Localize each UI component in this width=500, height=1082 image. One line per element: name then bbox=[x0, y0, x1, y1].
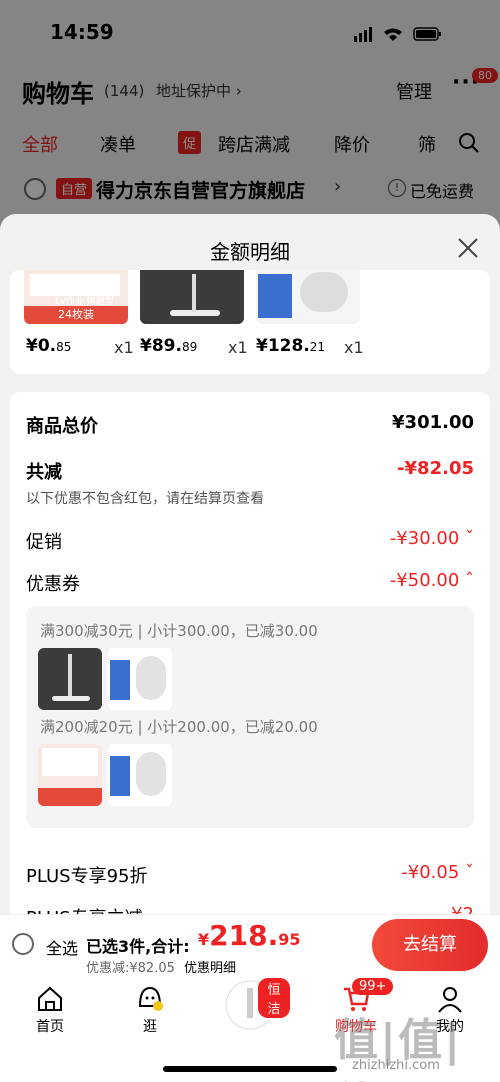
total-value: ¥301.00 bbox=[392, 412, 474, 433]
coupon-thumb-stickers bbox=[38, 744, 102, 806]
product-thumb-stickers[interactable]: 1V作业 赠题型 24枚装 bbox=[24, 270, 128, 324]
select-all-radio[interactable] bbox=[12, 933, 34, 955]
thumb-pack-label: 24枚装 bbox=[24, 306, 128, 324]
item-price: ¥89.89 bbox=[140, 336, 198, 356]
item-qty: x1 bbox=[344, 338, 364, 357]
coupon-toggle[interactable]: -¥50.00 ˆ bbox=[390, 570, 474, 591]
product-thumb-mouse[interactable] bbox=[256, 270, 360, 324]
sheet-title: 金额明细 bbox=[210, 240, 290, 264]
watermark-url: zhizhizhi.com bbox=[352, 1058, 440, 1073]
plus95-toggle[interactable]: -¥0.05 ˇ bbox=[401, 862, 474, 883]
overlay-dim[interactable] bbox=[0, 0, 500, 230]
promo-label: 促销 bbox=[26, 532, 62, 553]
selected-summary: 已选3件,合计: bbox=[86, 937, 190, 956]
cart-badge: 99+ bbox=[352, 978, 394, 995]
item-qty: x1 bbox=[228, 338, 248, 357]
checkout-button[interactable]: 去结算 bbox=[372, 919, 488, 971]
coupon-thumb-mouse bbox=[108, 744, 172, 806]
product-thumb-lamp[interactable] bbox=[140, 270, 244, 324]
total-amount: ¥218.95 bbox=[198, 919, 301, 952]
item-price: ¥128.21 bbox=[256, 336, 326, 356]
reduce-note: 以下优惠不包含红包，请在结算页查看 bbox=[26, 491, 264, 507]
tab-browse-label: 逛 bbox=[143, 1019, 157, 1035]
coupon-thumb-lamp bbox=[38, 648, 102, 710]
promo-toggle[interactable]: -¥30.00 ˇ bbox=[390, 528, 474, 549]
home-indicator bbox=[163, 1066, 337, 1072]
coupon-line: 满300减30元 | 小计300.00，已减30.00 bbox=[40, 622, 318, 640]
coupon-thumb-mouse bbox=[108, 648, 172, 710]
home-icon bbox=[38, 986, 62, 1011]
tab-promo[interactable]: 恒洁 bbox=[210, 974, 290, 1030]
checkout-bar: 全选 已选3件,合计: ¥218.95 优惠减:¥82.05 优惠明细 去结算 bbox=[0, 914, 500, 976]
coupon-label: 优惠券 bbox=[26, 574, 80, 595]
item-price: ¥0.85 bbox=[26, 336, 72, 356]
promo-badge: 恒洁 bbox=[258, 978, 290, 1018]
tab-home[interactable]: 首页 bbox=[10, 974, 90, 1036]
reduce-value: -¥82.05 bbox=[397, 458, 474, 479]
select-all-label[interactable]: 全选 bbox=[46, 935, 78, 959]
tab-browse[interactable]: 逛 bbox=[110, 974, 190, 1036]
coupon-line: 满200减20元 | 小计200.00，已减20.00 bbox=[40, 718, 318, 736]
close-icon[interactable] bbox=[456, 236, 480, 260]
reduce-label: 共减 bbox=[26, 462, 62, 483]
tab-home-label: 首页 bbox=[36, 1019, 64, 1035]
browse-mascot-icon bbox=[138, 986, 163, 1011]
plus95-label: PLUS专享95折 bbox=[26, 866, 148, 887]
item-qty: x1 bbox=[114, 338, 134, 357]
total-label: 商品总价 bbox=[26, 416, 98, 437]
coupon-detail-box: 满300减30元 | 小计300.00，已减30.00 满200减20元 | 小… bbox=[26, 606, 474, 828]
selected-items-card: 1V作业 赠题型 24枚装 ¥0.85 x1 ¥89.89 x1 ¥128.21… bbox=[10, 270, 490, 374]
